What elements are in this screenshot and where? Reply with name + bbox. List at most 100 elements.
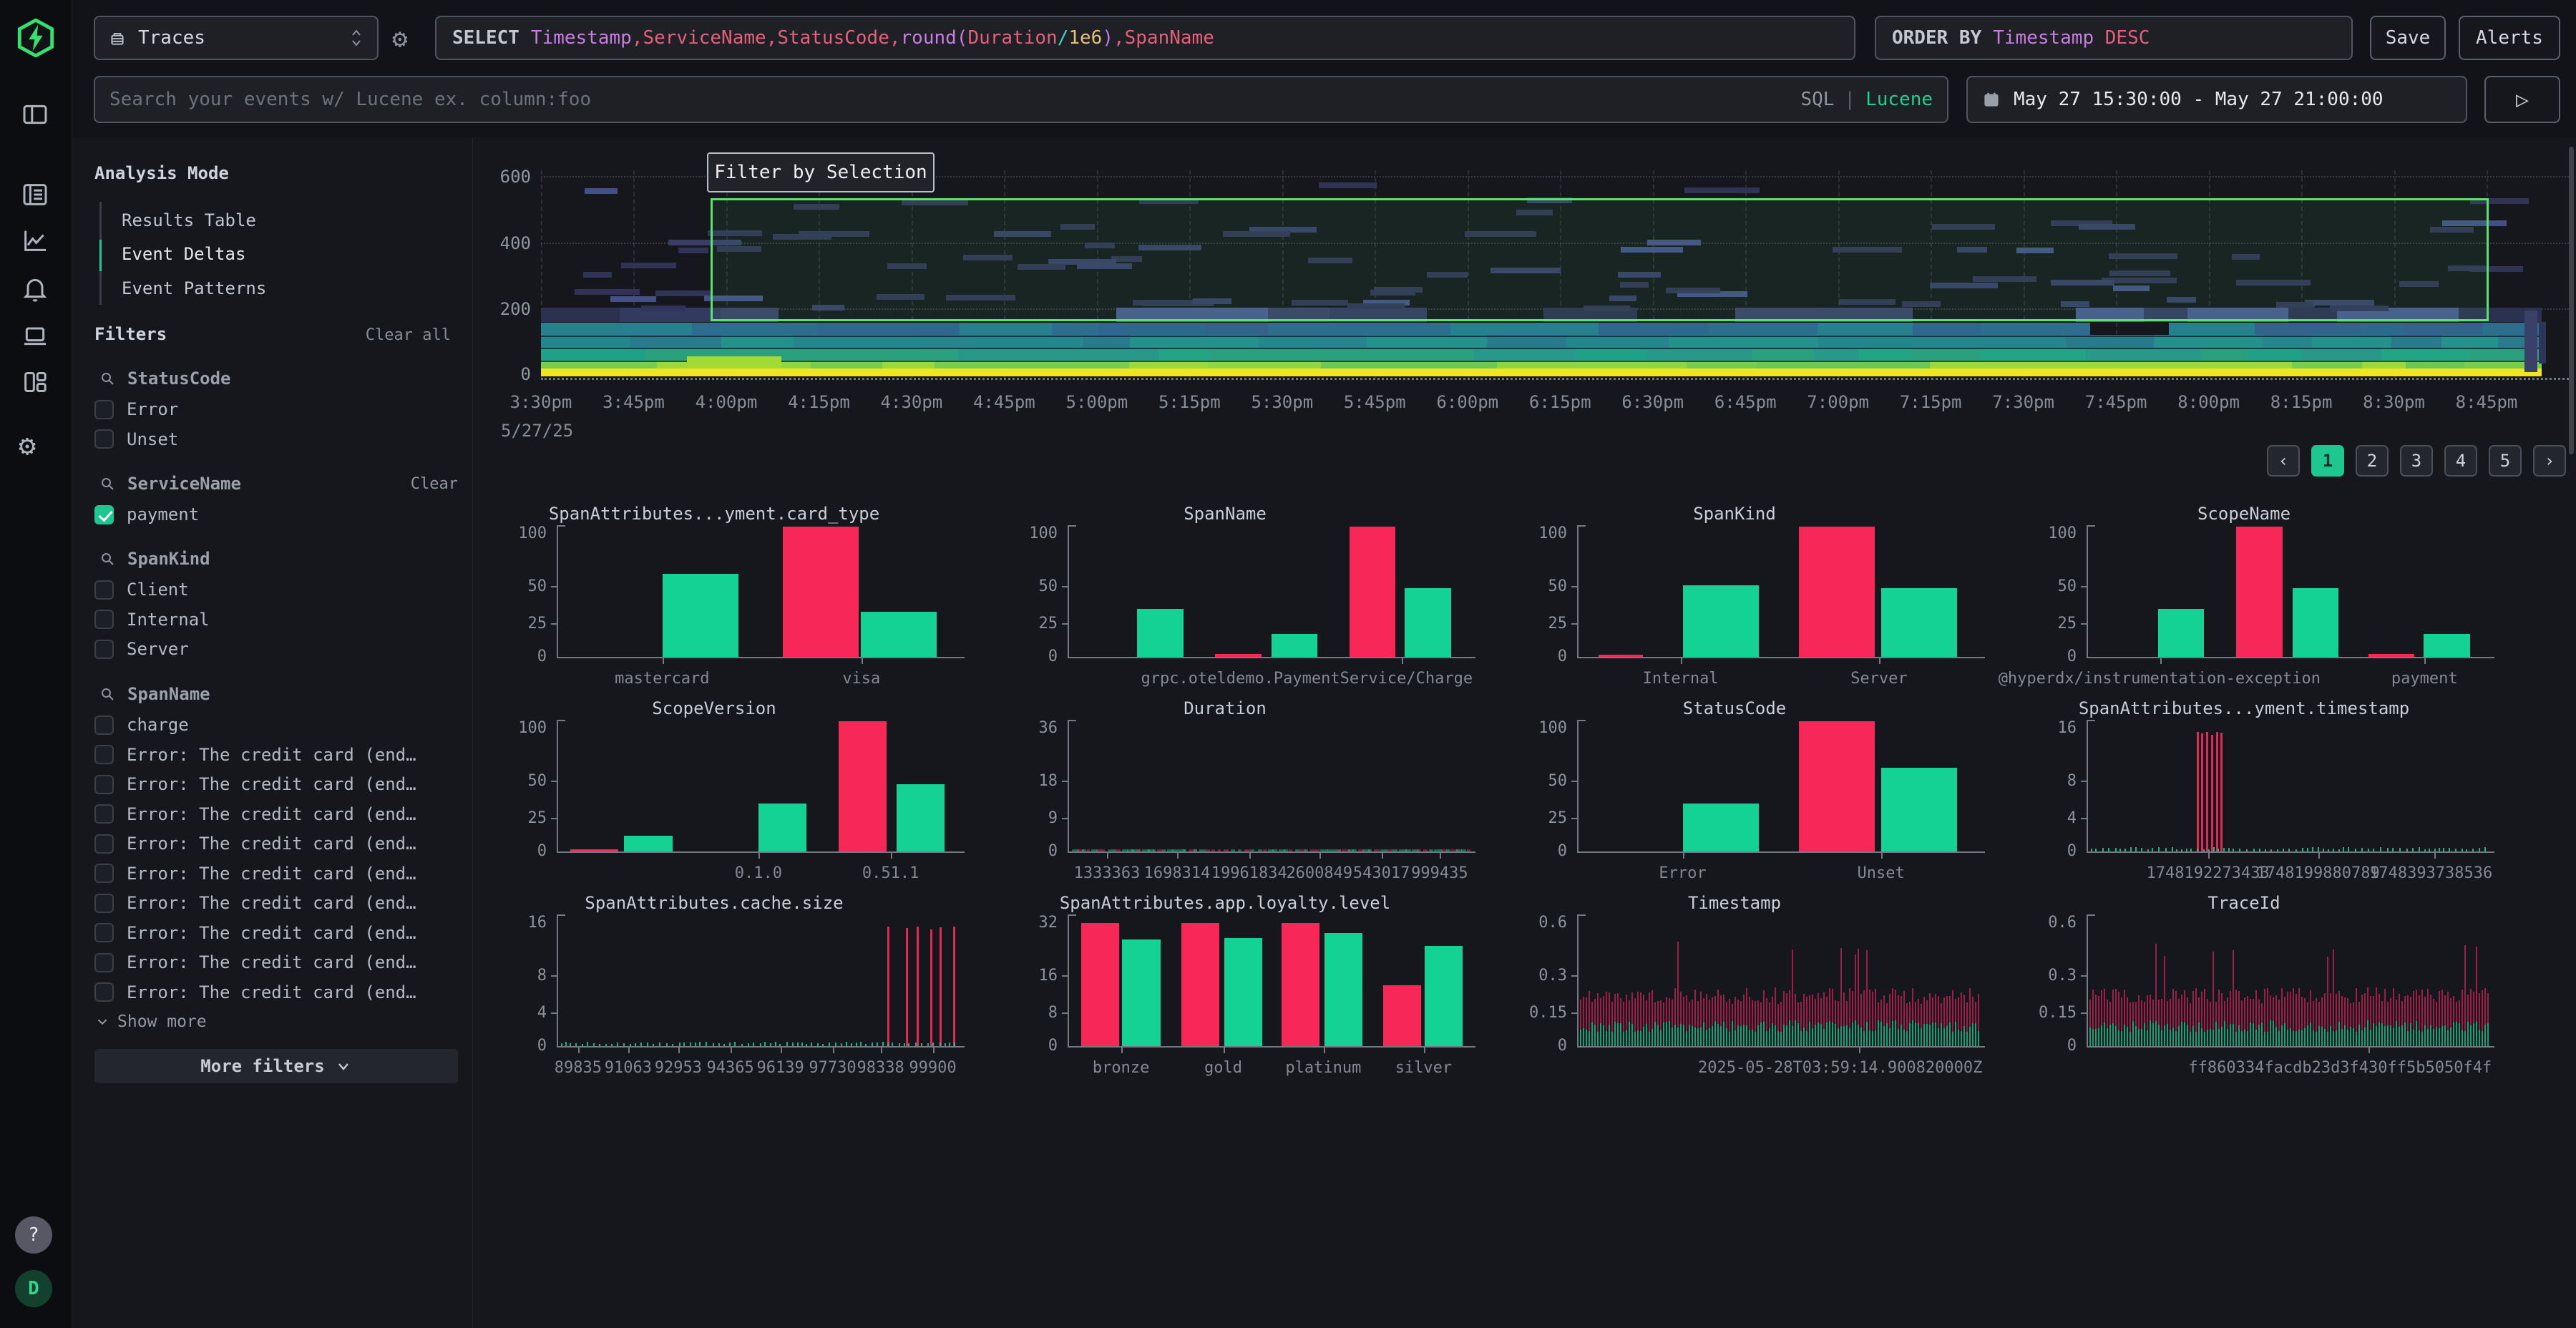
timeline-heatmap[interactable]: 02004006003:30pm3:45pm4:00pm4:15pm4:30pm…: [0, 0, 2576, 501]
checkbox-checked[interactable]: [94, 505, 114, 524]
filter-option[interactable]: Error: The credit card (end…: [94, 803, 458, 826]
page-button[interactable]: 5: [2489, 445, 2522, 477]
noise-tick: [872, 1043, 873, 1046]
page-button[interactable]: 1: [2311, 445, 2344, 477]
dense-green: [2190, 1032, 2191, 1046]
checkbox[interactable]: [94, 982, 114, 1002]
filter-option[interactable]: Client: [94, 578, 458, 601]
heat-band-seg: [1159, 348, 1210, 361]
checkbox[interactable]: [94, 775, 114, 794]
user-avatar[interactable]: D: [15, 1270, 52, 1307]
selection-rectangle[interactable]: [711, 198, 2489, 321]
bar-pink: [1181, 923, 1219, 1046]
dense-green: [2447, 1030, 2449, 1046]
xtick-mark: [1324, 1048, 1325, 1053]
bar-green: [1881, 588, 1957, 657]
dense-green: [2104, 1022, 2105, 1046]
spike-pink: [2211, 735, 2213, 851]
filter-option[interactable]: Server: [94, 638, 458, 660]
checkbox[interactable]: [94, 610, 114, 629]
dense-green: [1806, 1031, 1807, 1046]
next-page-button[interactable]: ›: [2533, 445, 2566, 477]
filter-option[interactable]: Internal: [94, 608, 458, 631]
dense-green: [1809, 1022, 1810, 1046]
dense-green: [1609, 1025, 1610, 1046]
noise-tick: [635, 1043, 636, 1046]
noise-tick: [630, 1044, 631, 1046]
dense-green: [2230, 1024, 2231, 1046]
bar-green: [1683, 804, 1759, 851]
checkbox[interactable]: [94, 894, 114, 913]
spike-pink: [953, 927, 955, 1046]
dense-green: [2089, 1027, 2091, 1046]
dense-green: [2290, 1028, 2291, 1046]
noise-tick: [753, 1043, 754, 1046]
ytick-label: 100: [497, 719, 547, 737]
dense-green: [1646, 1024, 1647, 1046]
filter-option[interactable]: Error: The credit card (end…: [94, 832, 458, 855]
filter-option[interactable]: Error: The credit card (end…: [94, 892, 458, 914]
page-button[interactable]: 3: [2400, 445, 2433, 477]
checkbox[interactable]: [94, 804, 114, 824]
scrollbar-thumb[interactable]: [2569, 147, 2574, 454]
filter-option[interactable]: payment: [94, 503, 458, 526]
filter-option[interactable]: Error: The credit card (end…: [94, 981, 458, 1004]
filter-option[interactable]: Error: The credit card (end…: [94, 773, 458, 796]
dense-green: [2439, 1028, 2440, 1046]
noise-tick: [2176, 849, 2177, 851]
checkbox[interactable]: [94, 923, 114, 942]
checkbox[interactable]: [94, 834, 114, 854]
dense-green: [2158, 1025, 2160, 1046]
dense-green: [1749, 1030, 1750, 1046]
noise-tick: [706, 1042, 707, 1046]
heat-band-seg: [2086, 348, 2201, 361]
dense-green: [2233, 1024, 2234, 1046]
filter-option[interactable]: Error: The credit card (end…: [94, 922, 458, 944]
dense-green: [1669, 1021, 1670, 1046]
dense-green: [2181, 1022, 2182, 1046]
y-axis: [1577, 525, 1579, 658]
dense-green: [2298, 1030, 2300, 1046]
page-button[interactable]: 4: [2444, 445, 2477, 477]
filter-option[interactable]: charge: [94, 713, 458, 736]
noise-smudge: [1289, 849, 1292, 851]
dense-green: [1938, 1028, 1939, 1046]
ytick-mark: [1571, 818, 1577, 819]
ytick-label: 36: [1008, 719, 1058, 737]
more-filters-button[interactable]: More filters: [94, 1049, 458, 1083]
ytick-mark: [1062, 1012, 1068, 1014]
dense-green: [1620, 1023, 1621, 1046]
filter-option[interactable]: Error: The credit card (end…: [94, 862, 458, 885]
checkbox[interactable]: [94, 953, 114, 972]
help-button[interactable]: ?: [15, 1216, 52, 1254]
ytick-label: 32: [1008, 914, 1058, 932]
filter-by-selection-tooltip[interactable]: Filter by Selection: [707, 152, 935, 192]
checkbox[interactable]: [94, 640, 114, 659]
dense-green: [1903, 1030, 1905, 1046]
noise-tick: [2462, 849, 2463, 851]
noise-tick: [915, 1043, 917, 1046]
heat-band-seg: [1327, 323, 1450, 335]
heat-blip: [610, 296, 656, 302]
xtick-label: 94365: [707, 1059, 754, 1077]
dense-green: [2373, 1023, 2374, 1046]
dense-green: [2390, 1025, 2391, 1046]
show-more-button[interactable]: Show more: [94, 1012, 207, 1032]
checkbox[interactable]: [94, 864, 114, 883]
dense-green: [1838, 1028, 1839, 1046]
ytick-mark: [551, 818, 557, 819]
bar-pink: [1799, 527, 1875, 657]
checkbox[interactable]: [94, 716, 114, 735]
dense-green: [2333, 1031, 2334, 1046]
x-axis: [1068, 851, 1475, 853]
prev-page-button[interactable]: ‹: [2267, 445, 2300, 477]
page-button[interactable]: 2: [2356, 445, 2389, 477]
filter-option[interactable]: Error: The credit card (end…: [94, 743, 458, 766]
dense-green: [2407, 1031, 2409, 1046]
noise-tick: [779, 1044, 781, 1046]
noise-tick: [2443, 848, 2444, 851]
noise-tick: [2466, 849, 2467, 851]
filter-option[interactable]: Error: The credit card (end…: [94, 951, 458, 974]
checkbox[interactable]: [94, 580, 114, 600]
checkbox[interactable]: [94, 745, 114, 764]
